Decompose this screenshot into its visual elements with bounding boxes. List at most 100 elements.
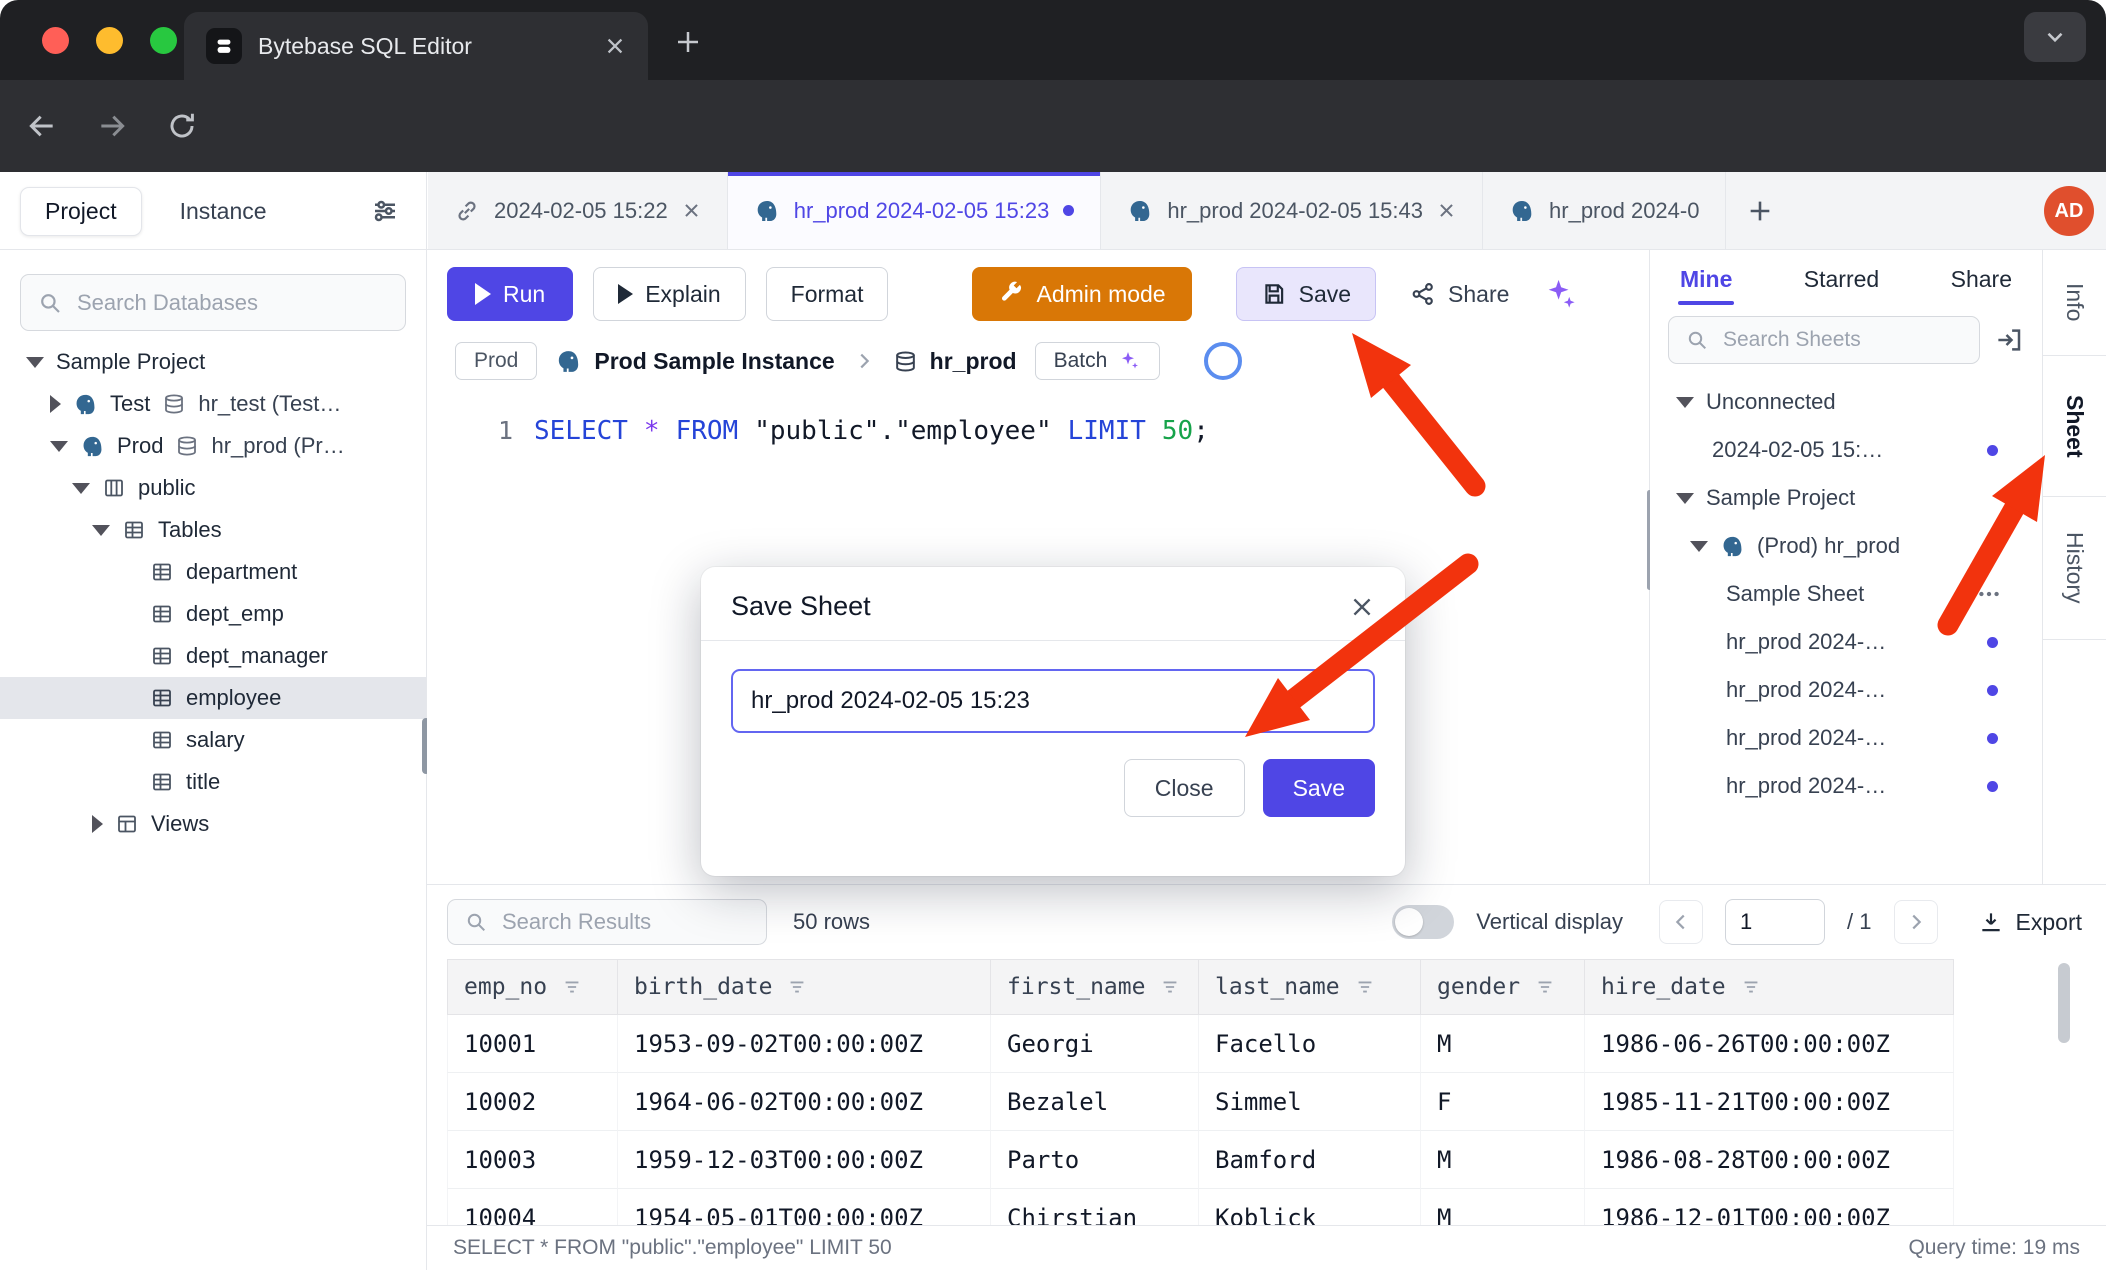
close-tab-icon[interactable]	[604, 35, 626, 57]
editor-tab-1[interactable]: 2024-02-05 15:22	[428, 172, 728, 249]
tab-project[interactable]: Project	[20, 187, 142, 236]
tree-label: department	[186, 559, 297, 585]
admin-mode-button[interactable]: Admin mode	[972, 267, 1191, 321]
browser-tab[interactable]: Bytebase SQL Editor	[184, 12, 648, 80]
new-tab-icon[interactable]	[668, 22, 708, 62]
modal-close-button[interactable]: Close	[1124, 759, 1245, 817]
back-icon[interactable]	[14, 98, 70, 154]
save-button[interactable]: Save	[1236, 267, 1376, 321]
cell: Chirstian	[991, 1189, 1199, 1225]
tab-mine[interactable]: Mine	[1678, 254, 1734, 305]
tree-group-views[interactable]: Views	[0, 803, 426, 845]
tree-item-table-employee[interactable]: employee	[0, 677, 426, 719]
batch-button[interactable]: Batch	[1035, 342, 1161, 380]
run-button[interactable]: Run	[447, 267, 573, 321]
table-icon	[150, 686, 174, 710]
play-icon	[475, 283, 491, 305]
table-row[interactable]: 10004 1954-05-01T00:00:00Z Chirstian Kob…	[447, 1189, 1954, 1225]
sheet-panel: Mine Starred Share Search Sheets Unconne…	[1650, 250, 2042, 884]
instance-name: Prod Sample Instance	[594, 348, 834, 375]
tree-item-table-department[interactable]: department	[0, 551, 426, 593]
column-header[interactable]: emp_no	[447, 959, 618, 1015]
explain-button[interactable]: Explain	[593, 267, 745, 321]
column-header[interactable]: gender	[1421, 959, 1585, 1015]
table-row[interactable]: 10002 1964-06-02T00:00:00Z Bezalel Simme…	[447, 1073, 1954, 1131]
results-toolbar: Search Results 50 rows Vertical display …	[427, 885, 2106, 949]
sheet-name-input[interactable]	[731, 669, 1375, 733]
filter-sliders-icon[interactable]	[370, 196, 400, 226]
share-button[interactable]: Share	[1396, 267, 1523, 321]
assistant-circle-icon[interactable]	[1204, 342, 1242, 380]
sheet-item[interactable]: 2024-02-05 15:…	[1650, 426, 2042, 474]
sheet-item[interactable]: hr_prod 2024-…	[1650, 762, 2042, 810]
page-total: / 1	[1847, 909, 1871, 935]
tree-item-project[interactable]: Sample Project	[0, 341, 426, 383]
sheet-item-label: hr_prod 2024-…	[1726, 629, 1886, 655]
column-header[interactable]: last_name	[1199, 959, 1421, 1015]
vertical-display-toggle[interactable]	[1392, 905, 1454, 939]
maximize-window-button[interactable]	[150, 27, 177, 54]
editor-tab-3[interactable]: hr_prod 2024-02-05 15:43	[1101, 172, 1483, 249]
tab-starred[interactable]: Starred	[1802, 254, 1881, 305]
editor-tab-4[interactable]: hr_prod 2024-0	[1483, 172, 1726, 249]
close-icon[interactable]	[682, 201, 701, 220]
tab-search-chevron-icon[interactable]	[2024, 12, 2086, 62]
table-row[interactable]: 10001 1953-09-02T00:00:00Z Georgi Facell…	[447, 1015, 1954, 1073]
sheet-item[interactable]: hr_prod 2024-…	[1650, 666, 2042, 714]
collapse-panel-icon[interactable]	[1994, 325, 2024, 355]
user-avatar[interactable]: AD	[2044, 186, 2094, 236]
column-header[interactable]: hire_date	[1585, 959, 1954, 1015]
tree-item-table-salary[interactable]: salary	[0, 719, 426, 761]
sheet-connection[interactable]: (Prod) hr_prod	[1650, 522, 2042, 570]
table-row[interactable]: 10003 1959-12-03T00:00:00Z Parto Bamford…	[447, 1131, 1954, 1189]
database-search-input[interactable]: Search Databases	[20, 274, 406, 331]
modal-close-icon[interactable]	[1349, 594, 1375, 620]
table-icon	[150, 644, 174, 668]
tree-item-test-env[interactable]: Test hr_test (Test…	[0, 383, 426, 425]
modal-save-button[interactable]: Save	[1263, 759, 1375, 817]
minimize-window-button[interactable]	[96, 27, 123, 54]
tree-item-prod-env[interactable]: Prod hr_prod (Pr…	[0, 425, 426, 467]
sheet-group-unconnected[interactable]: Unconnected	[1650, 378, 2042, 426]
results-search-input[interactable]: Search Results	[447, 899, 767, 945]
ai-sparkle-icon[interactable]	[1543, 277, 1577, 311]
tab-history[interactable]: History	[2043, 497, 2106, 640]
page-input[interactable]	[1725, 899, 1825, 945]
sheet-search-input[interactable]: Search Sheets	[1668, 316, 1980, 364]
tree-item-table-title[interactable]: title	[0, 761, 426, 803]
tab-sheet[interactable]: Sheet	[2043, 356, 2106, 497]
environment-chip[interactable]: Prod	[455, 342, 537, 380]
tree-item-table-dept-manager[interactable]: dept_manager	[0, 635, 426, 677]
ellipsis-icon[interactable]	[1976, 581, 2002, 607]
reload-icon[interactable]	[154, 98, 210, 154]
table-scrollbar[interactable]	[2058, 963, 2070, 1043]
sheet-item-sample[interactable]: Sample Sheet	[1650, 570, 2042, 618]
toggle-knob	[1395, 908, 1423, 936]
tab-info[interactable]: Info	[2043, 250, 2106, 356]
sheet-item[interactable]: hr_prod 2024-…	[1650, 714, 2042, 762]
sql-code-area[interactable]: 1 SELECT*FROM"public"."employee"LIMIT50;	[427, 411, 1649, 451]
prev-page-button[interactable]	[1659, 900, 1703, 944]
database-icon	[162, 392, 186, 416]
forward-icon[interactable]	[84, 98, 140, 154]
tab-share[interactable]: Share	[1949, 254, 2014, 305]
export-button[interactable]: Export	[1978, 909, 2082, 936]
add-sheet-tab-icon[interactable]	[1726, 172, 1794, 249]
next-page-button[interactable]	[1894, 900, 1938, 944]
format-button[interactable]: Format	[766, 267, 889, 321]
sort-icon	[1159, 976, 1181, 998]
column-header[interactable]: birth_date	[618, 959, 991, 1015]
close-icon[interactable]	[1437, 201, 1456, 220]
instance-crumb[interactable]: Prod Sample Instance	[555, 348, 834, 375]
column-header[interactable]: first_name	[991, 959, 1199, 1015]
tree-group-tables[interactable]: Tables	[0, 509, 426, 551]
tree-item-schema-public[interactable]: public	[0, 467, 426, 509]
editor-tab-2[interactable]: hr_prod 2024-02-05 15:23	[728, 172, 1102, 249]
sheet-group-project[interactable]: Sample Project	[1650, 474, 2042, 522]
tab-instance[interactable]: Instance	[180, 198, 267, 225]
database-crumb[interactable]: hr_prod	[893, 348, 1017, 375]
close-window-button[interactable]	[42, 27, 69, 54]
sheet-item[interactable]: hr_prod 2024-…	[1650, 618, 2042, 666]
table-icon	[150, 602, 174, 626]
tree-item-table-dept-emp[interactable]: dept_emp	[0, 593, 426, 635]
